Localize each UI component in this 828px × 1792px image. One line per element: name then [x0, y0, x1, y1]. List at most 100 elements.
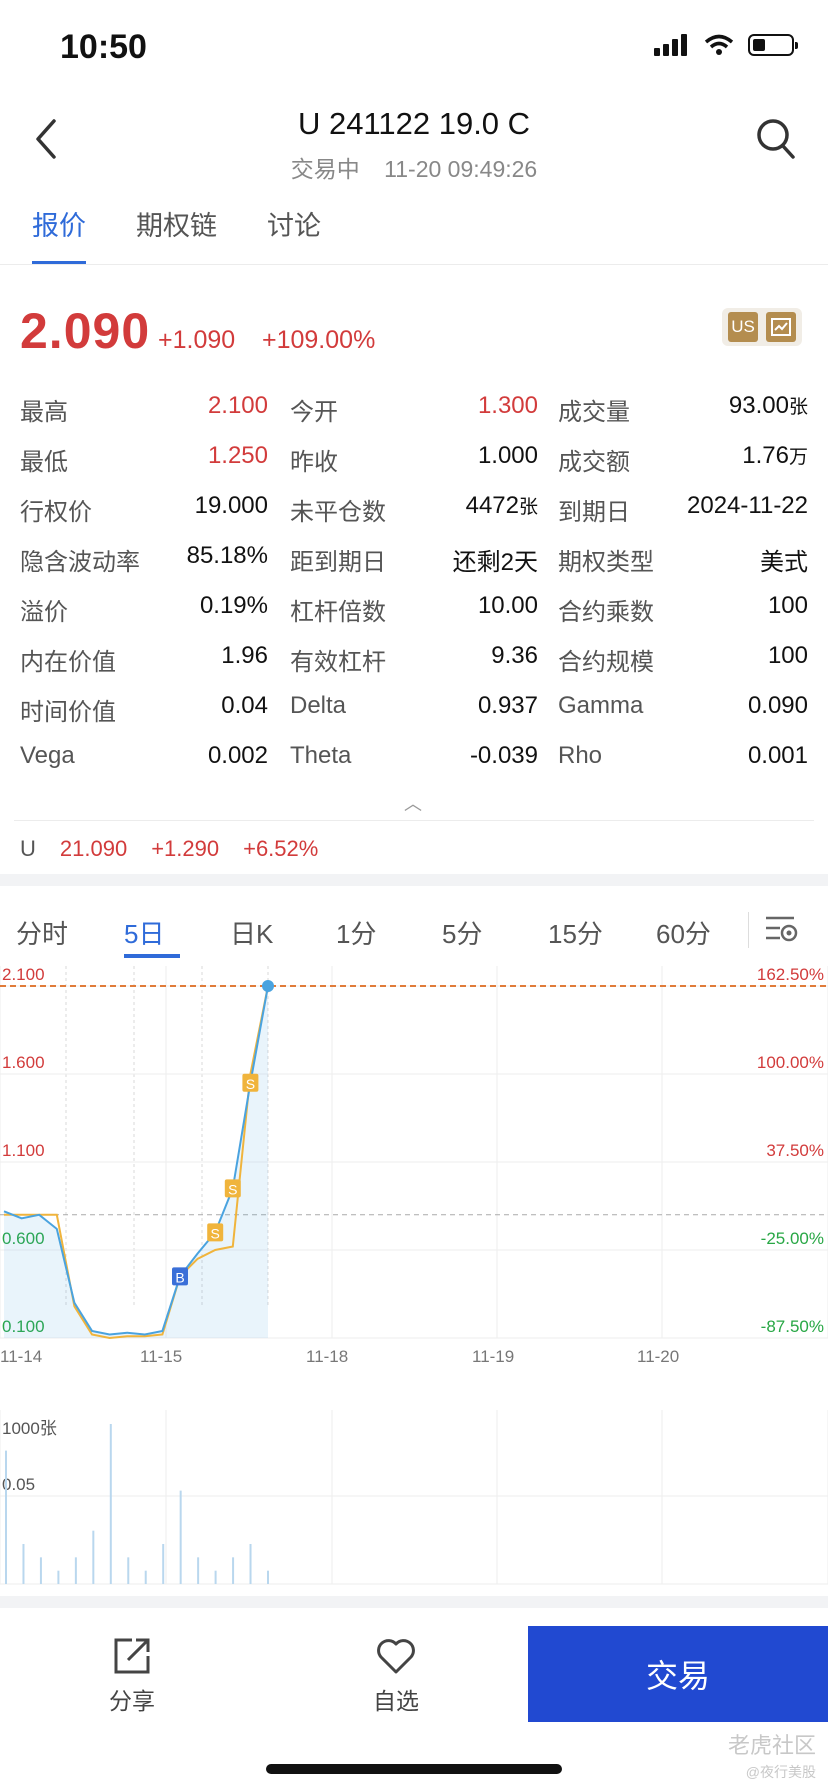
volume-unit-label: 1000张 — [2, 1419, 57, 1438]
watchlist-label: 自选 — [373, 1688, 419, 1714]
stats-row: 溢价 0.19% 杠杆倍数 10.00 合约乘数 100 — [0, 592, 828, 642]
stats-row: 最高 2.100 今开 1.300 成交量 93.00张 — [0, 392, 828, 442]
volume-chart[interactable]: 1000张0.05 — [0, 1410, 828, 1590]
stat-value-number: 1.96 — [221, 642, 268, 669]
stat-label: 距到期日 — [290, 549, 386, 576]
search-icon[interactable] — [756, 118, 796, 160]
market-badges: US — [722, 308, 802, 346]
stat-value-number: 1.250 — [207, 442, 268, 469]
stat-value: 0.937 — [478, 692, 538, 720]
trade-button[interactable]: 交易 — [528, 1626, 828, 1722]
tabs-divider — [0, 264, 828, 265]
stat-label: Theta — [290, 742, 352, 769]
market-badge[interactable]: US — [728, 312, 758, 342]
underlying-price: 21.090 — [59, 836, 128, 861]
stat-value-number: 2024-11-22 — [687, 492, 808, 519]
stat-value-number: 10.00 — [477, 592, 538, 619]
stat-value: 93.00张 — [729, 392, 808, 420]
stat-value-number: 93.00 — [728, 392, 789, 419]
heart-icon — [377, 1639, 415, 1674]
trade-marker-label: B — [175, 1269, 184, 1285]
stat-value-number: 2.100 — [207, 392, 268, 419]
stat-value: 4472张 — [466, 492, 538, 520]
y-tick-label-left: 1.100 — [2, 1141, 45, 1160]
y-tick-label-left: 1.600 — [2, 1053, 45, 1072]
underlying-quote[interactable]: U 21.090 +1.290 +6.52% — [20, 836, 318, 862]
y-tick-label-right: 100.00% — [757, 1053, 824, 1072]
stats-row: 时间价值 0.04 Delta 0.937 Gamma 0.090 — [0, 692, 828, 742]
stat-value-number: -0.039 — [469, 742, 538, 769]
stat-value-number: 1.300 — [477, 392, 538, 419]
stat-value: -0.039 — [470, 742, 538, 770]
stats-row: 内在价值 1.96 有效杠杆 9.36 合约规模 100 — [0, 642, 828, 692]
stat-unit: 张 — [788, 397, 808, 418]
period-tab[interactable]: 60分 — [656, 914, 711, 951]
underlying-change-pct: +6.52% — [243, 836, 319, 861]
price-change-pct: +109.00% — [262, 326, 376, 354]
chart-badge-icon[interactable] — [766, 312, 796, 342]
watchlist-button[interactable]: 自选 — [336, 1636, 456, 1716]
stat-value-number: 0.19% — [199, 592, 268, 619]
trade-marker-label: S — [246, 1076, 255, 1092]
stat-label: 行权价 — [20, 499, 92, 526]
period-tab[interactable]: 5日 — [124, 914, 164, 951]
stat-value-number: 19.000 — [194, 492, 268, 519]
underlying-change: +1.290 — [151, 836, 220, 861]
stat-value: 美式 — [760, 542, 808, 577]
tab-quote[interactable]: 报价 — [32, 204, 86, 265]
stat-label: Vega — [20, 742, 75, 769]
page-subtitle: 交易中 11-20 09:49:26 — [0, 150, 828, 184]
cellular-signal-icon — [654, 34, 687, 56]
stats-row: 最低 1.250 昨收 1.000 成交额 1.76万 — [0, 442, 828, 492]
section-separator — [0, 874, 828, 886]
stat-label: 成交额 — [558, 449, 630, 476]
stat-label: 溢价 — [20, 599, 68, 626]
collapse-chevron-icon[interactable]: ︿ — [404, 790, 422, 816]
stat-value: 0.090 — [748, 692, 808, 720]
stat-label: 今开 — [290, 399, 338, 426]
period-tab[interactable]: 分时 — [16, 914, 68, 951]
stat-label: 期权类型 — [558, 549, 654, 576]
share-label: 分享 — [109, 1688, 155, 1714]
stat-value: 1.250 — [208, 442, 268, 470]
chart-settings-icon[interactable] — [764, 912, 800, 946]
stat-value-number: 0.04 — [221, 692, 268, 719]
x-tick-label: 11-20 — [637, 1347, 679, 1366]
price-change: +1.090 — [158, 326, 236, 354]
stat-value-number: 9.36 — [491, 642, 538, 669]
stat-label: 最低 — [20, 449, 68, 476]
tab-discussion[interactable]: 讨论 — [267, 204, 321, 265]
stat-value: 19.000 — [195, 492, 268, 520]
period-tab-underline — [124, 954, 180, 958]
home-indicator[interactable] — [266, 1764, 562, 1774]
watermark-subtext: @夜行美股 — [745, 1764, 816, 1780]
battery-icon — [748, 34, 798, 56]
stat-value: 0.19% — [200, 592, 268, 620]
stat-label: 未平仓数 — [290, 499, 386, 526]
stat-label: Gamma — [558, 692, 644, 719]
underlying-symbol: U — [20, 836, 36, 861]
period-tab[interactable]: 5分 — [442, 914, 482, 951]
trade-marker-label: S — [228, 1181, 237, 1197]
period-tabs: 分时 5日 日K 1分 5分 15分 60分 — [0, 906, 828, 958]
stat-value: 0.04 — [221, 692, 268, 720]
period-tab[interactable]: 15分 — [548, 914, 603, 951]
stat-value: 9.36 — [491, 642, 538, 670]
bottom-separator — [0, 1596, 828, 1608]
tab-option-chain[interactable]: 期权链 — [136, 204, 217, 265]
y-tick-label-left: 2.100 — [2, 966, 45, 984]
stat-value: 100 — [768, 642, 808, 670]
stat-value-number: 100 — [767, 592, 808, 619]
price-chart[interactable]: 2.100 162.50%1.600 100.00%1.100 37.50%0.600… — [0, 966, 828, 1386]
x-tick-label: 11-18 — [306, 1347, 348, 1366]
watermark-text: 老虎社区 — [727, 1733, 816, 1758]
share-button[interactable]: 分享 — [72, 1636, 192, 1716]
stat-value-number: 4472 — [465, 492, 519, 519]
period-tab[interactable]: 日K — [230, 914, 273, 951]
stat-value-number: 1.000 — [477, 442, 538, 469]
stats-row: Vega 0.002 Theta -0.039 Rho 0.001 — [0, 742, 828, 792]
period-tab[interactable]: 1分 — [336, 914, 376, 951]
main-tabs: 报价 期权链 讨论 — [0, 204, 339, 265]
stat-value: 10.00 — [478, 592, 538, 620]
trade-marker-label: S — [211, 1225, 220, 1241]
